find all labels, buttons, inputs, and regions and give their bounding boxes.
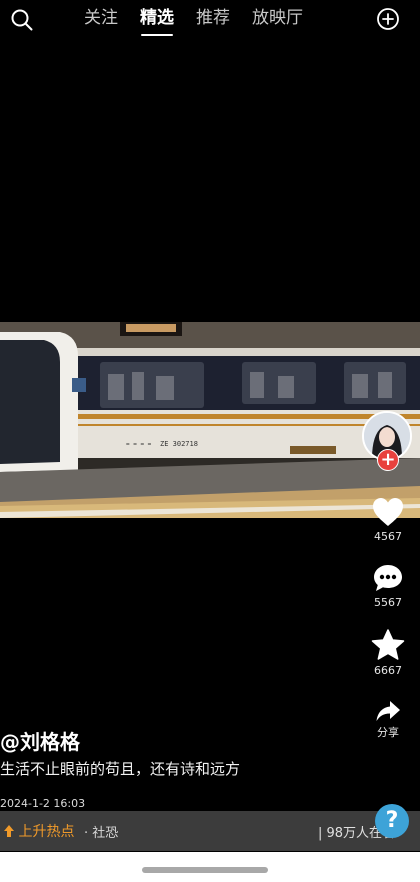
follow-plus-button[interactable]: + [377,449,399,471]
author-name[interactable]: @刘格格 [0,726,80,755]
hot-topic-tag: · 社恐 [84,826,119,841]
home-indicator[interactable] [142,867,268,873]
svg-text:= = = =: = = = = [126,441,152,448]
help-button[interactable]: ? [375,804,409,838]
share-button[interactable]: 分享 [362,700,414,740]
comment-icon [374,565,402,591]
rising-hot-text: 上升热点 [18,824,75,840]
tab-recommended[interactable]: 推荐 [196,6,230,36]
like-button[interactable]: 4567 [362,496,414,543]
hot-topic-bar[interactable]: 上升热点 · 社恐 | 98万人在看 [0,811,420,851]
rising-hot-label: 上升热点 [4,821,74,841]
star-icon [371,629,405,660]
favorite-count: 6667 [374,664,402,677]
comment-count: 5567 [374,596,402,609]
share-arrow-icon [376,701,400,721]
top-nav: 关注 精选 推荐 放映厅 [0,0,420,40]
train-video-frame: = = = = ZE 302718 [0,322,420,518]
nav-tabs: 关注 精选 推荐 放映厅 [84,6,325,36]
post-date: 2024-1-2 16:03 [0,797,86,810]
system-bottom-bar [0,852,420,882]
add-circle-icon[interactable] [376,7,400,31]
video-player[interactable]: = = = = ZE 302718 [0,322,420,518]
comment-button[interactable]: 5567 [362,562,414,609]
train-number-label: ZE 302718 [160,440,198,448]
share-label: 分享 [377,726,399,739]
author-avatar-button[interactable]: + [362,411,414,471]
favorite-button[interactable]: 6667 [362,628,414,677]
search-icon[interactable] [10,8,34,32]
tab-featured[interactable]: 精选 [140,6,174,36]
tab-following[interactable]: 关注 [84,6,118,36]
video-description: 生活不止眼前的苟且，还有诗和远方 [0,760,241,778]
like-count: 4567 [374,530,402,543]
up-arrow-icon [4,825,14,837]
tab-theater[interactable]: 放映厅 [252,6,303,36]
heart-icon [373,498,403,526]
